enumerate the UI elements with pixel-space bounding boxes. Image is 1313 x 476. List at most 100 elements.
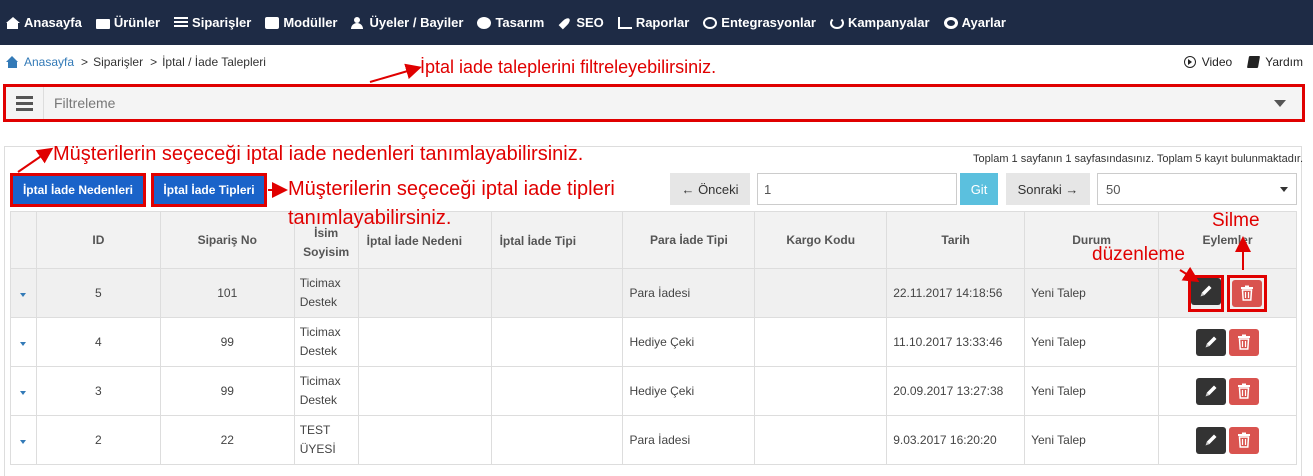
trash-icon (1237, 432, 1250, 448)
nav-item-seo[interactable]: SEO (558, 15, 604, 30)
nav-item-uyeler[interactable]: Üyeler / Bayiler (351, 15, 463, 30)
filter-label: Filtreleme (54, 95, 116, 111)
cell-id: 3 (35, 366, 161, 416)
breadcrumb-item-siparisler[interactable]: Siparişler (93, 55, 143, 69)
column-header-order-no[interactable]: Sipariş No (159, 211, 295, 269)
breadcrumb-home[interactable]: Anasayfa (6, 55, 74, 69)
trash-icon (1240, 285, 1253, 301)
cell-name-last: ÜYESİ (299, 442, 336, 456)
chevron-down-icon[interactable] (20, 391, 27, 395)
nav-item-moduller[interactable]: Modüller (265, 15, 337, 30)
nav-item-entegrasyonlar[interactable]: Entegrasyonlar (703, 15, 816, 30)
table-row[interactable]: 4 99 Ticimax Destek Hediye Çeki 11.10.201… (10, 317, 1298, 367)
breadcrumb-separator: > (150, 55, 158, 69)
cell-refund-type: Para İadesi (622, 415, 756, 465)
users-icon (351, 16, 365, 29)
trash-icon (1237, 334, 1250, 350)
pencil-icon (1200, 285, 1212, 297)
expand-column-header (10, 211, 37, 269)
breadcrumb-item-current: İptal / İade Talepleri (162, 55, 266, 69)
edit-button[interactable] (1195, 377, 1226, 405)
nav-item-siparisler[interactable]: Siparişler (174, 15, 251, 30)
chevron-down-icon[interactable] (20, 440, 27, 444)
cell-refund-type: Hediye Çeki (622, 317, 756, 367)
rocket-icon (558, 16, 572, 29)
chart-icon (617, 16, 632, 29)
list-icon (174, 16, 189, 29)
previous-page-button[interactable]: ← Önceki (670, 173, 750, 205)
cancel-return-types-button[interactable]: İptal İade Tipleri (151, 173, 267, 207)
column-header-id[interactable]: ID (35, 211, 161, 269)
breadcrumb-home-label: Anasayfa (24, 55, 75, 69)
chevron-down-icon[interactable] (20, 293, 27, 297)
trash-icon (1237, 383, 1250, 399)
chevron-down-icon[interactable] (20, 342, 27, 346)
pencil-icon (1205, 434, 1217, 446)
home-icon (6, 56, 19, 68)
pagination-info: Toplam 1 sayfanın 1 sayfasındasınız. Top… (973, 153, 1303, 165)
video-link[interactable]: Video (1183, 55, 1233, 69)
nav-label: Siparişler (192, 15, 252, 30)
cell-cargo-code (754, 268, 888, 318)
edit-button[interactable] (1190, 277, 1221, 305)
cell-date: 9.03.2017 16:20:20 (886, 415, 1026, 465)
nav-item-raporlar[interactable]: Raporlar (617, 15, 689, 30)
cell-type (490, 268, 624, 318)
expand-cell[interactable] (10, 415, 37, 465)
nav-label: Ayarlar (961, 15, 1006, 30)
cell-name-first: Ticimax (299, 276, 341, 290)
nav-item-ayarlar[interactable]: Ayarlar (943, 15, 1006, 30)
nav-item-anasayfa[interactable]: Anasayfa (6, 15, 82, 30)
nav-label: Entegrasyonlar (721, 15, 816, 30)
delete-button[interactable] (1228, 377, 1259, 405)
edit-button[interactable] (1195, 426, 1226, 454)
palette-icon (477, 16, 492, 29)
delete-button[interactable] (1228, 426, 1259, 454)
nav-item-tasarim[interactable]: Tasarım (477, 15, 544, 30)
cell-order-no: 101 (159, 268, 295, 318)
nav-label: Modüller (283, 15, 338, 30)
help-link[interactable]: Yardım (1247, 55, 1303, 69)
cancel-return-reasons-button[interactable]: İptal İade Nedenleri (10, 173, 146, 207)
delete-button[interactable] (1228, 328, 1259, 356)
annotation-filter: İptal iade taleplerini filtreleyebilirsi… (420, 57, 717, 77)
cell-date: 22.11.2017 14:18:56 (886, 268, 1026, 318)
table-row[interactable]: 3 99 Ticimax Destek Hediye Çeki 20.09.201… (10, 366, 1298, 416)
go-button[interactable]: Git (960, 173, 998, 205)
nav-item-urunler[interactable]: Ürünler (95, 15, 160, 30)
cell-name-last: Destek (299, 393, 338, 407)
menu-icon (6, 87, 44, 119)
expand-cell[interactable] (10, 366, 37, 416)
expand-cell[interactable] (10, 317, 37, 367)
expand-cell[interactable] (10, 268, 37, 318)
page-number-input[interactable] (757, 173, 957, 205)
page-size-select[interactable]: 50 (1097, 173, 1297, 205)
delete-button[interactable] (1231, 279, 1262, 307)
table-row[interactable]: 5 101 Ticimax Destek Para İadesi 22.11.20… (10, 268, 1298, 318)
table-row[interactable]: 2 22 TEST ÜYESİ Para İadesi 9.03.2017 16:… (10, 415, 1298, 465)
cell-actions (1157, 268, 1298, 318)
cell-status: Yeni Talep (1024, 366, 1159, 416)
nav-item-kampanyalar[interactable]: Kampanyalar (829, 15, 930, 30)
cell-status: Yeni Talep (1024, 415, 1159, 465)
annotation-types-line2: tanımlayabilirsiniz. (288, 207, 452, 229)
chevron-down-icon (1280, 186, 1288, 192)
cell-reason (357, 366, 492, 416)
cell-type (490, 366, 624, 416)
annotation-delete: Silme (1212, 210, 1260, 231)
cell-refund-type: Hediye Çeki (622, 366, 756, 416)
next-page-button[interactable]: Sonraki → (1006, 173, 1090, 205)
cell-id: 2 (35, 415, 161, 465)
video-label: Video (1201, 55, 1233, 69)
cell-name-last: Destek (299, 344, 338, 358)
sync-icon (703, 16, 718, 29)
column-header-cargo-code[interactable]: Kargo Kodu (754, 211, 888, 269)
cell-type (490, 317, 624, 367)
edit-button[interactable] (1195, 328, 1226, 356)
filter-bar[interactable]: Filtreleme (3, 84, 1305, 122)
column-header-refund-type[interactable]: Para İade Tipi (622, 211, 756, 269)
cell-name: TEST ÜYESİ (293, 415, 359, 465)
column-header-date[interactable]: Tarih (886, 211, 1026, 269)
play-icon (1183, 56, 1196, 68)
annotation-reasons: Müşterilerin seçeceği iptal iade nedenle… (53, 143, 584, 165)
